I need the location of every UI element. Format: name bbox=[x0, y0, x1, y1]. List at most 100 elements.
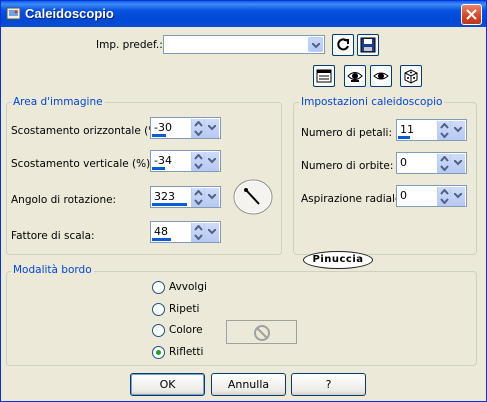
rotation-angle-dropdown[interactable] bbox=[204, 188, 219, 207]
image-area-title: Area d'immagine bbox=[11, 96, 105, 108]
horizontal-offset-label: Scostamento orizzontale (%): bbox=[11, 125, 166, 137]
arrow-up-icon bbox=[194, 225, 203, 231]
petals-bar bbox=[398, 136, 410, 139]
dialog-settings-button[interactable] bbox=[313, 65, 335, 87]
preset-combo[interactable] bbox=[163, 35, 325, 54]
orbits-label: Numero di orbite: bbox=[301, 160, 394, 172]
petals-spinner[interactable]: 11 bbox=[396, 119, 467, 141]
save-preset-button[interactable] bbox=[357, 34, 379, 56]
rotation-angle-updown[interactable] bbox=[191, 188, 204, 207]
horizontal-offset-value: -30 bbox=[154, 121, 172, 134]
radio-avvolgi[interactable] bbox=[152, 281, 165, 294]
chevron-down-icon bbox=[208, 125, 216, 131]
rotation-angle-label: Angolo di rotazione: bbox=[11, 194, 117, 206]
close-icon bbox=[466, 9, 477, 20]
proof-toggle-button[interactable] bbox=[370, 65, 392, 87]
chevron-down-icon bbox=[454, 160, 462, 166]
arrow-down-icon bbox=[440, 165, 449, 171]
reset-preset-button[interactable] bbox=[332, 34, 354, 56]
radio-rifletti-label[interactable]: Rifletti bbox=[169, 346, 203, 358]
radial-suction-updown[interactable] bbox=[437, 187, 450, 206]
arrow-up-icon bbox=[194, 154, 203, 160]
arrow-down-icon bbox=[440, 132, 449, 138]
eye-toggle-icon bbox=[373, 72, 389, 80]
rotation-angle-bar bbox=[152, 203, 187, 206]
help-button[interactable]: ? bbox=[291, 373, 366, 396]
app-icon bbox=[6, 7, 21, 20]
orbits-dropdown[interactable] bbox=[450, 154, 465, 173]
vertical-offset-label: Scostamento verticale (%): bbox=[11, 158, 154, 170]
rotation-dial[interactable] bbox=[232, 178, 274, 216]
scale-factor-dropdown[interactable] bbox=[204, 223, 219, 242]
vertical-offset-spinner[interactable]: -34 bbox=[150, 150, 221, 172]
vertical-offset-bar bbox=[152, 167, 165, 170]
preview-toggle-button[interactable] bbox=[344, 65, 366, 87]
petals-updown[interactable] bbox=[437, 121, 450, 140]
chevron-down-icon bbox=[312, 43, 320, 49]
vertical-offset-dropdown[interactable] bbox=[204, 152, 219, 171]
watermark-pinuccia: Pinuccia bbox=[303, 251, 373, 269]
arrow-up-icon bbox=[194, 190, 203, 196]
disabled-icon bbox=[254, 325, 270, 341]
radial-suction-value: 0 bbox=[400, 189, 407, 202]
horizontal-offset-updown[interactable] bbox=[191, 119, 204, 138]
vertical-offset-value: -34 bbox=[154, 154, 172, 167]
radio-rifletti[interactable] bbox=[152, 346, 165, 359]
rotation-angle-spinner[interactable]: 323 bbox=[150, 186, 221, 208]
arrow-up-icon bbox=[440, 123, 449, 129]
dialog-settings-icon bbox=[316, 69, 332, 83]
arrow-down-icon bbox=[440, 198, 449, 204]
radio-dot bbox=[156, 350, 161, 355]
chevron-down-icon bbox=[454, 193, 462, 199]
title-bar[interactable]: Caleidoscopio bbox=[1, 1, 486, 27]
cancel-button[interactable]: Annulla bbox=[211, 373, 286, 396]
close-button[interactable] bbox=[461, 4, 482, 25]
radial-suction-label: Aspirazione radiale: bbox=[301, 193, 405, 205]
edge-mode-title: Modalità bordo bbox=[11, 264, 94, 276]
orbits-updown[interactable] bbox=[437, 154, 450, 173]
arrow-down-icon bbox=[194, 130, 203, 136]
reset-icon bbox=[337, 38, 349, 51]
radio-colore[interactable] bbox=[152, 324, 165, 337]
edge-mode-group bbox=[6, 271, 477, 366]
petals-dropdown[interactable] bbox=[450, 121, 465, 140]
arrow-up-icon bbox=[194, 121, 203, 127]
radial-suction-dropdown[interactable] bbox=[450, 187, 465, 206]
edge-color-swatch[interactable] bbox=[226, 320, 297, 344]
rotation-angle-value: 323 bbox=[154, 190, 175, 203]
petals-label: Numero di petali: bbox=[301, 127, 393, 139]
orbits-spinner[interactable]: 0 bbox=[396, 152, 467, 174]
vertical-offset-updown[interactable] bbox=[191, 152, 204, 171]
caleidoscopio-dialog: Caleidoscopio Imp. predef.: Area d'immag… bbox=[0, 0, 487, 402]
radio-avvolgi-label[interactable]: Avvolgi bbox=[169, 281, 207, 293]
randomize-button[interactable] bbox=[400, 65, 422, 87]
horizontal-offset-dropdown[interactable] bbox=[204, 119, 219, 138]
arrow-up-icon bbox=[440, 156, 449, 162]
preview-eye-icon bbox=[347, 72, 363, 82]
preset-label: Imp. predef.: bbox=[96, 39, 163, 51]
arrow-down-icon bbox=[194, 234, 203, 240]
randomize-dice-icon bbox=[404, 69, 418, 84]
preset-dropdown-arrow[interactable] bbox=[308, 37, 323, 52]
arrow-down-icon bbox=[194, 199, 203, 205]
scale-factor-value: 48 bbox=[154, 225, 168, 238]
save-preset-icon bbox=[360, 37, 376, 53]
orbits-value: 0 bbox=[400, 156, 407, 169]
scale-factor-bar bbox=[152, 238, 171, 241]
arrow-down-icon bbox=[194, 163, 203, 169]
radio-ripeti[interactable] bbox=[152, 303, 165, 316]
radio-ripeti-label[interactable]: Ripeti bbox=[169, 303, 199, 315]
radio-colore-label[interactable]: Colore bbox=[169, 324, 203, 336]
kaleidoscope-settings-title: Impostazioni caleidoscopio bbox=[299, 96, 445, 108]
chevron-down-icon bbox=[454, 127, 462, 133]
chevron-down-icon bbox=[208, 158, 216, 164]
radial-suction-spinner[interactable]: 0 bbox=[396, 185, 467, 207]
scale-factor-spinner[interactable]: 48 bbox=[150, 221, 221, 243]
chevron-down-icon bbox=[208, 229, 216, 235]
horizontal-offset-spinner[interactable]: -30 bbox=[150, 117, 221, 139]
arrow-up-icon bbox=[440, 189, 449, 195]
scale-factor-updown[interactable] bbox=[191, 223, 204, 242]
ok-button[interactable]: OK bbox=[130, 373, 205, 396]
horizontal-offset-bar bbox=[152, 134, 166, 137]
window-title: Caleidoscopio bbox=[25, 6, 114, 21]
